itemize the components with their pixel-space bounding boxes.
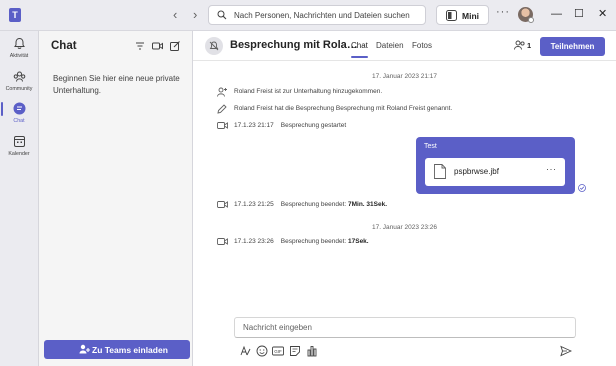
- event-text: Roland Freist hat die Besprechung Bespre…: [234, 105, 453, 112]
- event-duration: 7Min. 31Sek.: [348, 201, 388, 208]
- mini-window-icon: [446, 10, 457, 21]
- rail-item-chat[interactable]: Chat: [0, 99, 38, 131]
- emoji-icon[interactable]: [256, 345, 268, 357]
- search-input[interactable]: Nach Personen, Nachrichten und Dateien s…: [208, 5, 426, 25]
- rail-item-calendar[interactable]: Kalender: [0, 132, 38, 164]
- people-icon: [514, 40, 525, 50]
- message-bubble[interactable]: Test pspbrwse.jbf ···: [416, 137, 575, 194]
- conversation-pane: Besprechung mit Rola… Chat Dateien Fotos…: [193, 31, 616, 366]
- mini-window-button[interactable]: Mini: [436, 5, 489, 25]
- bell-off-icon: [209, 41, 219, 51]
- poll-icon[interactable]: [306, 345, 318, 357]
- event-text: 17.1.23 23:26 Besprechung beendet: 17Sek.: [234, 238, 369, 245]
- tab-chat[interactable]: Chat: [351, 41, 368, 58]
- teams-logo-icon: T: [9, 8, 21, 22]
- rail-item-label: Chat: [13, 118, 25, 124]
- event-time: 17.1.23 21:25: [234, 201, 274, 208]
- chat-list-panel: Chat Beginnen Sie hier eine neue private…: [38, 31, 193, 366]
- file-attachment[interactable]: pspbrwse.jbf ···: [425, 158, 565, 186]
- invite-to-teams-button[interactable]: Zu Teams einladen: [44, 340, 190, 359]
- join-button[interactable]: Teilnehmen: [540, 37, 605, 56]
- mini-label: Mini: [462, 11, 479, 21]
- community-icon: [13, 71, 26, 82]
- event-description: Besprechung gestartet: [280, 122, 347, 129]
- search-icon: [217, 10, 227, 20]
- rail-item-community[interactable]: Community: [0, 67, 38, 99]
- person-add-icon: [217, 87, 227, 97]
- date-separator: 17. Januar 2023 23:26: [371, 224, 438, 231]
- participants-button[interactable]: 1: [514, 40, 531, 52]
- minimize-button[interactable]: —: [551, 7, 562, 21]
- conversation-title: Besprechung mit Rola…: [230, 39, 358, 51]
- people-add-icon: [79, 344, 90, 354]
- gif-icon[interactable]: GIF: [272, 345, 284, 357]
- presence-status-icon: [528, 17, 534, 23]
- event-description: Besprechung beendet:: [280, 201, 347, 208]
- video-camera-icon: [217, 122, 228, 129]
- pencil-icon: [217, 104, 227, 114]
- chat-icon: [13, 102, 26, 115]
- event-duration: 17Sek.: [348, 238, 369, 245]
- video-camera-icon: [217, 238, 228, 245]
- event-time: 17.1.23 23:26: [234, 238, 274, 245]
- format-icon[interactable]: [239, 345, 251, 357]
- forward-button[interactable]: ›: [193, 7, 197, 23]
- app-rail: Aktivität Community Chat Kalender: [0, 31, 38, 366]
- event-text: 17.1.23 21:25 Besprechung beendet: 7Min. …: [234, 201, 387, 208]
- avatar[interactable]: [518, 7, 534, 23]
- file-name: pspbrwse.jbf: [454, 167, 499, 176]
- date-separator: 17. Januar 2023 21:17: [371, 73, 438, 80]
- chat-list-title: Chat: [51, 40, 77, 52]
- new-chat-icon[interactable]: [170, 41, 180, 51]
- tab-photos[interactable]: Fotos: [412, 41, 432, 50]
- bell-icon: [14, 37, 25, 49]
- filter-icon[interactable]: [135, 41, 145, 51]
- search-placeholder: Nach Personen, Nachrichten und Dateien s…: [234, 11, 410, 20]
- sticker-icon[interactable]: [289, 345, 301, 357]
- event-text: 17.1.23 21:17 Besprechung gestartet: [234, 122, 346, 129]
- message-input[interactable]: Nachricht eingeben: [234, 317, 576, 338]
- file-icon: [434, 164, 446, 179]
- message-placeholder: Nachricht eingeben: [243, 323, 312, 332]
- rail-item-label: Kalender: [8, 151, 30, 157]
- event-text: Roland Freist ist zur Unterhaltung hinzu…: [234, 88, 383, 95]
- rail-item-activity[interactable]: Aktivität: [0, 34, 38, 66]
- rail-item-label: Aktivität: [9, 53, 29, 59]
- message-text: Test: [424, 143, 437, 150]
- rail-item-label: Community: [5, 86, 33, 92]
- svg-text:GIF: GIF: [274, 349, 282, 354]
- file-more-button[interactable]: ···: [546, 164, 557, 174]
- invite-label: Zu Teams einladen: [92, 345, 168, 355]
- participants-count: 1: [527, 41, 532, 50]
- event-time: 17.1.23 21:17: [234, 122, 274, 129]
- conversation-header: Besprechung mit Rola… Chat Dateien Fotos…: [193, 31, 616, 61]
- meeting-avatar: [205, 37, 223, 55]
- calendar-icon: [14, 136, 25, 147]
- close-window-button[interactable]: ✕: [598, 7, 607, 21]
- tab-files[interactable]: Dateien: [376, 41, 404, 50]
- send-icon[interactable]: [560, 345, 572, 357]
- read-receipt-icon: [578, 184, 586, 192]
- event-description: Besprechung beendet:: [280, 238, 347, 245]
- maximize-button[interactable]: ☐: [574, 7, 584, 21]
- video-camera-icon: [217, 201, 228, 208]
- title-bar: T ‹ › Nach Personen, Nachrichten und Dat…: [0, 0, 616, 31]
- back-button[interactable]: ‹: [173, 7, 177, 23]
- video-call-icon[interactable]: [152, 41, 163, 51]
- empty-chat-hint: Beginnen Sie hier eine neue private Unte…: [53, 74, 180, 95]
- more-options-button[interactable]: ···: [496, 6, 510, 18]
